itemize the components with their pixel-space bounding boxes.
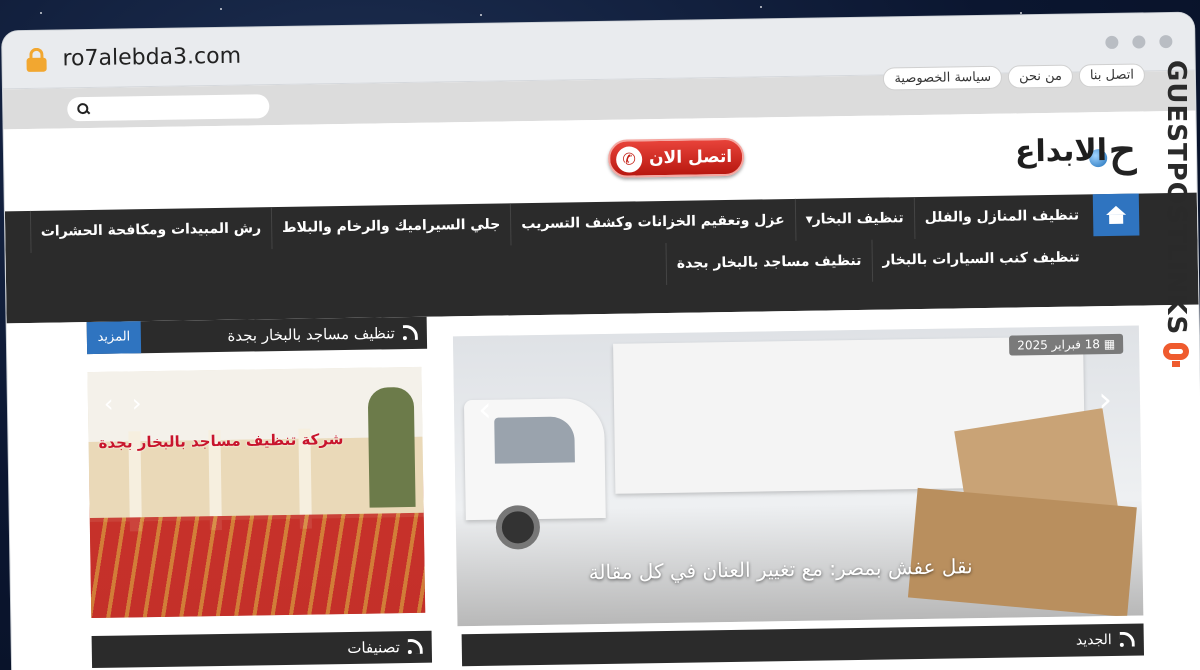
nav-item-house-cleaning[interactable]: تنظيف المنازل والفلل [913, 194, 1090, 240]
widget-prev-icon[interactable]: ‹ [104, 390, 114, 418]
call-now-button[interactable]: ✆ اتصل الان [607, 137, 745, 178]
top-links: اتصل بنا من نحن سياسة الخصوصية [883, 63, 1146, 91]
home-icon [1106, 206, 1126, 224]
window-dot[interactable] [1132, 35, 1146, 49]
browser-window: ro7alebda3.com اتصل بنا من نحن سياسة الخ… [2, 12, 1200, 670]
star [1020, 12, 1022, 14]
star [480, 14, 482, 16]
latest-section-header: الجديد [461, 623, 1145, 667]
link-icon [1163, 343, 1189, 367]
side-brand: GUESTPOSTLINKS [1154, 60, 1198, 367]
more-button[interactable]: المزيد [86, 321, 142, 355]
call-now-label: اتصل الان [648, 146, 733, 169]
website: اتصل بنا من نحن سياسة الخصوصية ح الابداع… [2, 63, 1200, 670]
privacy-link[interactable]: سياسة الخصوصية [883, 65, 1003, 91]
side-brand-text: GUESTPOSTLINKS [1161, 60, 1191, 336]
rss-icon [1120, 633, 1134, 647]
window-controls [1105, 34, 1173, 50]
window-dot[interactable] [1105, 35, 1119, 50]
url-text[interactable]: ro7alebda3.com [62, 44, 241, 72]
widget-next-icon[interactable]: › [132, 389, 142, 417]
widget-image-text: شركة تنظيف مساجد بالبخار بجدة [98, 430, 344, 452]
nav-row-2: تنظيف كنب السيارات بالبخار تنظيف مساجد ب… [665, 236, 1091, 285]
contact-link[interactable]: اتصل بنا [1078, 63, 1146, 88]
nav-item-pest-control[interactable]: رش المبيدات ومكافحة الحشرات [29, 207, 272, 253]
nav-item-car-seat-cleaning[interactable]: تنظيف كنب السيارات بالبخار [871, 236, 1091, 282]
search-input[interactable] [67, 94, 270, 122]
about-link[interactable]: من نحن [1007, 64, 1074, 89]
post-date-badge: ▦ 18 فبراير 2025 [1009, 333, 1124, 356]
star [40, 12, 42, 14]
main-content: ▦ 18 فبراير 2025 ‹ › نقل عفش بمصر: مع تغ… [6, 304, 1200, 669]
latest-section-title: الجديد [1075, 632, 1112, 649]
widget-image[interactable]: شركة تنظيف مساجد بالبخار بجدة ‹ › [87, 366, 426, 619]
categories-title: تصنيفات [347, 638, 400, 658]
site-logo[interactable]: ح الابداع [1014, 125, 1137, 175]
rss-icon [408, 640, 422, 654]
nav-item-tile-polishing[interactable]: جلي السيراميك والرخام والبلاط [270, 203, 511, 250]
main-nav: تنظيف المنازل والفلل تنظيف البخار▾ عزل و… [4, 192, 1199, 324]
phone-icon: ✆ [615, 146, 643, 173]
sidebar-widget: تنظيف مساجد بالبخار بجدة المزيد شركة تنظ… [86, 316, 433, 669]
search-icon[interactable] [77, 103, 89, 115]
categories-header: تصنيفات [91, 630, 433, 669]
home-button[interactable] [1092, 193, 1140, 237]
widget-header: تنظيف مساجد بالبخار بجدة المزيد [86, 316, 428, 355]
lock-icon [26, 47, 47, 72]
star [220, 8, 222, 10]
rss-icon [403, 326, 417, 340]
post-date: 18 فبراير 2025 [1017, 337, 1101, 353]
slider-next-icon[interactable]: › [1098, 380, 1112, 420]
logo-mark: ح [1108, 125, 1137, 175]
featured-slider[interactable]: ▦ 18 فبراير 2025 ‹ › نقل عفش بمصر: مع تغ… [452, 325, 1144, 627]
widget-title[interactable]: تنظيف مساجد بالبخار بجدة [227, 324, 395, 345]
logo-word: الابداع [1014, 133, 1108, 170]
calendar-icon: ▦ [1099, 336, 1116, 352]
nav-item-mosque-cleaning[interactable]: تنظيف مساجد بالبخار بجدة [665, 239, 872, 285]
nav-item-tank-insulation[interactable]: عزل وتعقيم الخزانات وكشف التسريب [509, 198, 795, 246]
slider-prev-icon[interactable]: ‹ [478, 390, 492, 430]
nav-item-steam-cleaning[interactable]: تنظيف البخار▾ [794, 197, 915, 241]
window-dot[interactable] [1159, 34, 1173, 49]
star [760, 6, 762, 8]
